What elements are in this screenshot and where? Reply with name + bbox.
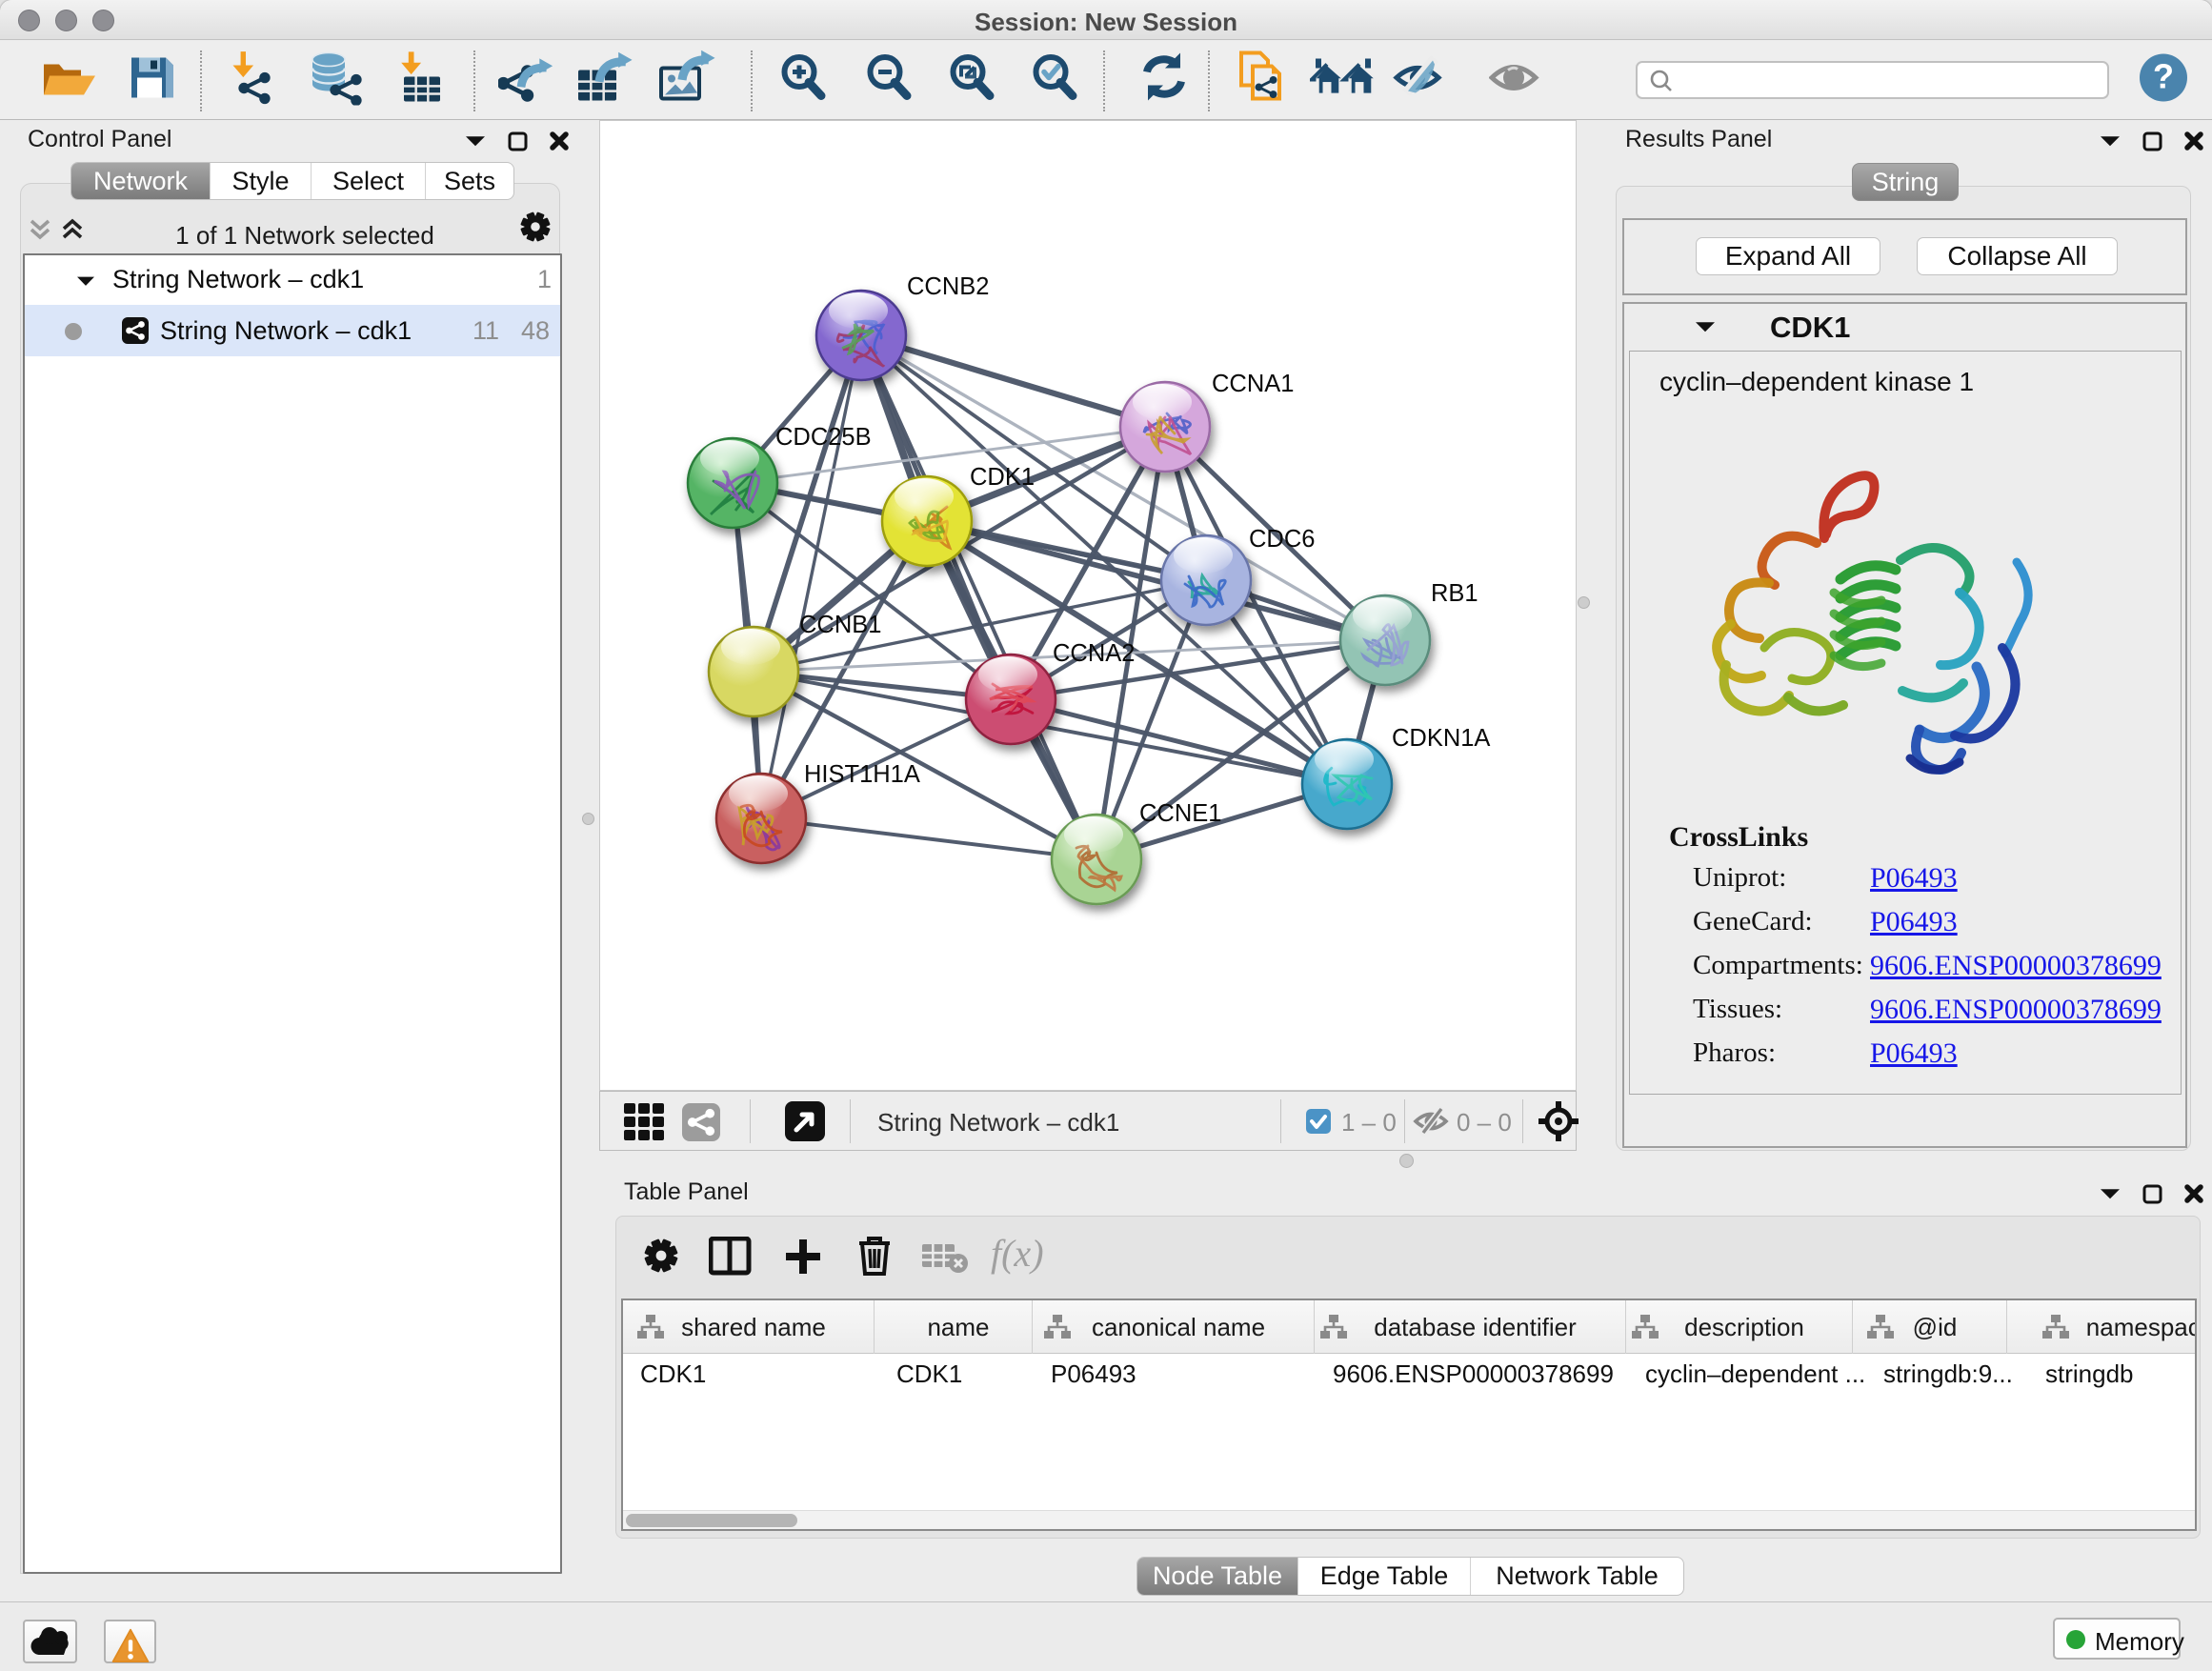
svg-text:CCNA1: CCNA1 [1212,371,1294,397]
svg-text:RB1: RB1 [1431,580,1478,607]
svg-text:CCNB1: CCNB1 [799,612,881,638]
svg-text:CDKN1A: CDKN1A [1392,725,1490,752]
svg-text:CDC25B: CDC25B [775,424,872,451]
svg-text:CCNE1: CCNE1 [1139,800,1221,827]
svg-text:CDK1: CDK1 [970,464,1035,491]
svg-text:CCNB2: CCNB2 [907,273,989,300]
svg-text:CDC6: CDC6 [1249,526,1315,553]
svg-text:?: ? [2153,57,2174,96]
svg-text:HIST1H1A: HIST1H1A [804,761,920,788]
svg-text:CCNA2: CCNA2 [1053,640,1135,667]
